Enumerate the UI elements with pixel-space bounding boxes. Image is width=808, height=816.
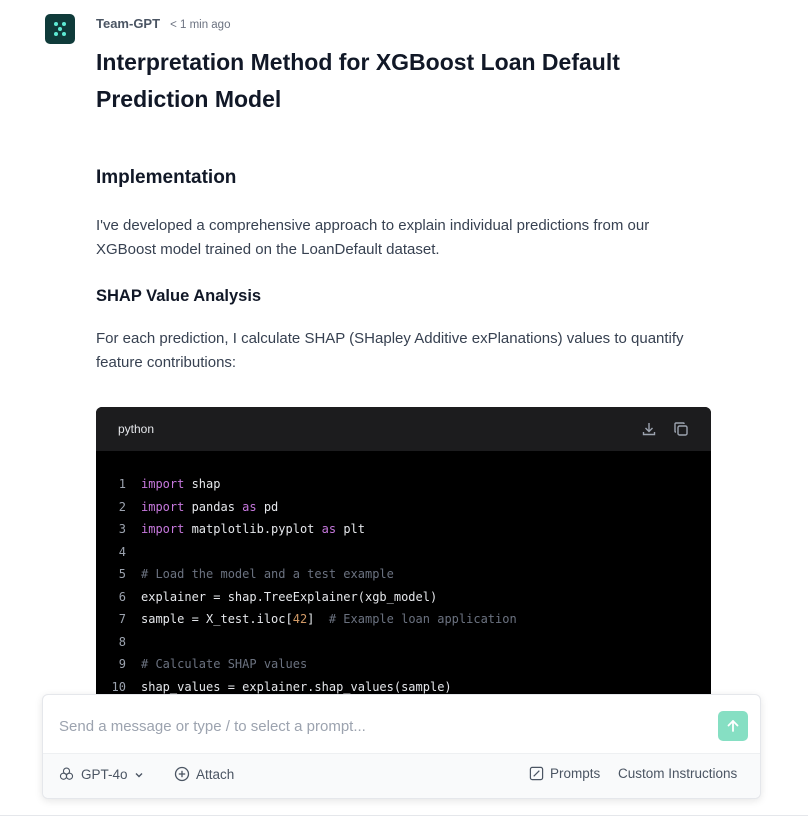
message-timestamp: < 1 min ago [170, 19, 231, 31]
line-code: # Load the model and a test example [141, 567, 394, 582]
line-number: 1 [118, 477, 126, 492]
code-line: 8 [96, 631, 711, 654]
line-number: 7 [118, 612, 126, 627]
code-block: python 1 import shap 2 import pandas as pd 3… [96, 407, 711, 697]
code-line: 3 import matplotlib.pyplot as plt [96, 518, 711, 541]
copy-icon[interactable] [673, 421, 689, 437]
line-number: 9 [118, 657, 126, 672]
team-gpt-avatar [45, 14, 75, 44]
message-title: Interpretation Method for XGBoost Loan D… [96, 49, 620, 112]
send-button[interactable] [718, 711, 748, 741]
arrow-up-icon [727, 720, 739, 732]
attach-label: Attach [196, 766, 235, 782]
plus-circle-icon [174, 766, 190, 782]
line-code: explainer = shap.TreeExplainer(xgb_model… [141, 589, 438, 604]
code-line: 2 import pandas as pd [96, 496, 711, 519]
message-meta: Team-GPT < 1 min ago [96, 16, 230, 31]
line-code: # Calculate SHAP values [141, 657, 308, 672]
line-code: import matplotlib.pyplot as plt [141, 522, 365, 537]
code-language-label: python [118, 422, 155, 436]
custom-instructions-button[interactable]: Custom Instructions [618, 766, 737, 781]
model-selector[interactable]: GPT-4o [58, 766, 144, 783]
code-line: 1 import shap [96, 473, 711, 496]
line-number: 4 [118, 544, 126, 559]
line-code: import shap [141, 477, 221, 492]
intro-paragraph: I've developed a comprehensive approach … [96, 217, 650, 258]
line-number: 6 [118, 589, 126, 604]
code-body: 1 import shap 2 import pandas as pd 3 import … [96, 451, 711, 697]
code-block-header: python [96, 407, 711, 451]
line-code: shap_values = explainer.shap_values(samp… [141, 679, 452, 694]
section-heading: Implementation [96, 167, 237, 188]
code-actions [641, 421, 689, 437]
custom-instructions-label: Custom Instructions [618, 766, 738, 781]
line-number: 2 [118, 499, 126, 514]
code-line: 6 explainer = shap.TreeExplainer(xgb_mode… [96, 586, 711, 609]
chevron-down-icon [135, 772, 143, 777]
prompt-edit-icon [529, 766, 544, 781]
line-code: import pandas as pd [141, 499, 279, 514]
model-label: GPT-4o [81, 767, 128, 782]
prompts-button[interactable]: Prompts [529, 766, 600, 781]
attach-button[interactable]: Attach [174, 766, 234, 782]
message-content: Interpretation Method for XGBoost Loan D… [96, 44, 711, 375]
author-name: Team-GPT [96, 16, 161, 31]
openai-icon [59, 767, 74, 780]
prompts-label: Prompts [550, 766, 601, 781]
line-number: 5 [118, 567, 126, 582]
code-line: 4 [96, 541, 711, 564]
message-input[interactable] [59, 715, 699, 737]
team-gpt-logo-icon [54, 22, 66, 36]
shap-paragraph: For each prediction, I calculate SHAP (S… [96, 330, 684, 371]
line-number: 3 [118, 522, 126, 537]
subsection-heading: SHAP Value Analysis [96, 287, 262, 305]
line-code: sample = X_test.iloc[42] # Example loan … [141, 612, 517, 627]
download-icon[interactable] [641, 421, 657, 437]
message-composer: GPT-4o Attach Prompts Custom Instruction… [42, 694, 761, 799]
composer-toolbar: GPT-4o Attach Prompts Custom Instruction… [43, 753, 760, 798]
code-line: 5 # Load the model and a test example [96, 563, 711, 586]
line-number: 8 [118, 634, 126, 649]
code-line: 9 # Calculate SHAP values [96, 653, 711, 676]
code-line: 7 sample = X_test.iloc[42] # Example loan… [96, 608, 711, 631]
line-number: 10 [111, 679, 126, 694]
